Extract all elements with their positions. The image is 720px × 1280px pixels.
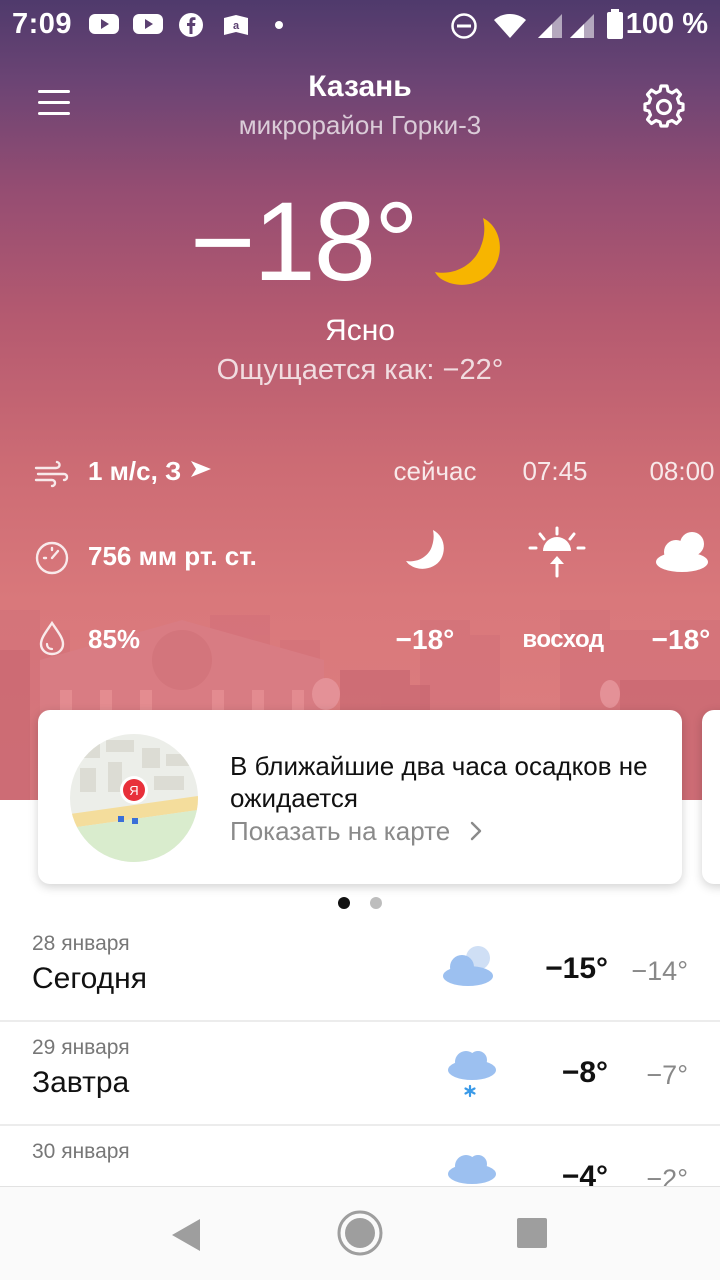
nowcast-message: В ближайшие два часа осадков не ожидаетс… (230, 751, 648, 813)
svg-text:a: a (233, 20, 240, 32)
forecast-max-temp: −8° (561, 1056, 608, 1089)
hour-time: 08:00 (649, 456, 715, 486)
youtube-icon (133, 14, 163, 34)
forecast-date: 28 января (32, 932, 130, 955)
battery-percentage: 100 % (625, 8, 708, 40)
wind-icon (34, 460, 69, 488)
pager-dot[interactable] (370, 897, 382, 909)
youtube-icon (89, 14, 119, 34)
battery-icon (607, 9, 623, 39)
pager-dots (0, 896, 720, 910)
moon-icon (435, 218, 500, 285)
hour-temperature: −18° (651, 624, 711, 655)
pressure-value: 756 мм рт. ст. (88, 541, 257, 571)
show-on-map-label: Показать на карте (230, 816, 451, 846)
nowcast-card[interactable]: Я В ближайшие два часа осадков не ожидае… (38, 710, 682, 884)
current-temperature: −18° (190, 179, 419, 304)
forecast-max-temp: −15° (545, 952, 608, 985)
dot-icon (275, 21, 283, 29)
status-time: 7:09 (12, 8, 73, 40)
district-name[interactable]: микрорайон Горки-3 (0, 110, 720, 141)
cloud-icon (448, 1155, 496, 1184)
chevron-right-icon (471, 821, 482, 841)
cloudy-icon (443, 946, 493, 986)
humidity-value: 85% (88, 624, 141, 654)
hour-time: сейчас (393, 456, 477, 486)
do-not-disturb-icon (451, 13, 477, 39)
settings-gear-icon[interactable] (642, 84, 686, 128)
status-bar: 7:09 a 100 % (0, 0, 720, 50)
signal-icon (538, 14, 562, 38)
amazon-kindle-icon: a (224, 15, 248, 35)
current-condition: Ясно (325, 314, 395, 347)
hour-temperature: −18° (395, 624, 455, 655)
moon-icon (406, 530, 444, 569)
forecast-day-name: Сегодня (32, 962, 147, 995)
cloudy-icon (656, 532, 708, 572)
forecast-day-row[interactable]: 28 января Сегодня −15° −14° (0, 918, 720, 1022)
map-thumbnail[interactable]: Я (70, 734, 198, 862)
back-icon[interactable] (168, 1217, 204, 1253)
pager-dot-active[interactable] (338, 897, 350, 909)
hour-time: 07:45 (522, 456, 588, 486)
recent-apps-icon[interactable] (516, 1217, 548, 1249)
feels-like: Ощущается как: −22° (216, 354, 504, 386)
wind-direction-arrow-icon (191, 461, 211, 477)
forecast-date: 29 января (32, 1036, 130, 1059)
forecast-min-temp: −7° (646, 1060, 688, 1090)
pressure-gauge-icon (35, 541, 69, 575)
facebook-icon (179, 13, 203, 37)
svg-text:Я: Я (129, 783, 138, 798)
signal-icon (570, 14, 594, 38)
wifi-icon (494, 14, 526, 38)
snow-cloud-icon (448, 1051, 496, 1098)
sunrise-label: восход (522, 626, 604, 653)
weather-hero: 7:09 a 100 % Казань микрорайон Горки-3 −… (0, 0, 720, 800)
sunrise-icon (528, 526, 586, 578)
forecast-date: 30 января (32, 1140, 130, 1163)
system-navigation-bar (0, 1186, 720, 1280)
humidity-drop-icon (39, 620, 65, 656)
city-name[interactable]: Казань (0, 70, 720, 104)
home-icon[interactable] (336, 1209, 384, 1257)
forecast-day-name: Завтра (32, 1066, 130, 1099)
next-card-peek[interactable] (702, 710, 720, 884)
show-on-map-link[interactable]: Показать на карте (230, 816, 483, 847)
wind-value: 1 м/с, З (88, 456, 182, 486)
forecast-day-row[interactable]: 29 января Завтра −8° −7° (0, 1022, 720, 1126)
forecast-min-temp: −14° (631, 956, 688, 986)
